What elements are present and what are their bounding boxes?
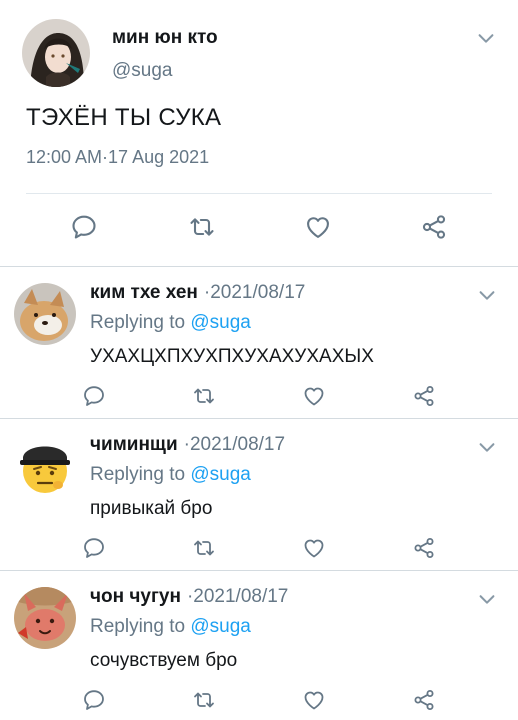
heart-icon bbox=[302, 688, 326, 712]
avatar[interactable] bbox=[14, 435, 76, 497]
heart-icon bbox=[304, 213, 332, 241]
display-name[interactable]: мин юн кто bbox=[112, 27, 218, 49]
replying-to: Replying to @suga bbox=[90, 312, 251, 334]
retweet-icon bbox=[192, 688, 216, 712]
heart-icon bbox=[302, 384, 326, 408]
like-button[interactable] bbox=[304, 213, 332, 241]
avatar[interactable] bbox=[22, 19, 90, 87]
chevron-down-icon[interactable] bbox=[476, 436, 498, 458]
chevron-down-icon[interactable] bbox=[475, 27, 497, 49]
reply-tweet: ким тхе хен ·2021/08/17 Replying to @suga… bbox=[0, 267, 518, 419]
reply-header: чиминщи ·2021/08/17 bbox=[90, 434, 285, 456]
avatar-image bbox=[14, 435, 76, 497]
speech-bubble-icon bbox=[70, 213, 98, 241]
tweet-actions bbox=[0, 683, 518, 717]
speech-bubble-icon bbox=[82, 384, 106, 408]
retweet-icon bbox=[192, 536, 216, 560]
display-name[interactable]: чиминщи bbox=[90, 434, 178, 455]
avatar-image bbox=[14, 283, 76, 345]
share-button[interactable] bbox=[412, 384, 436, 408]
replying-to-label: Replying to bbox=[90, 616, 191, 637]
replying-to-label: Replying to bbox=[90, 312, 191, 333]
like-button[interactable] bbox=[302, 688, 326, 712]
share-icon bbox=[412, 688, 436, 712]
reply-header: ким тхе хен ·2021/08/17 bbox=[90, 282, 305, 304]
avatar[interactable] bbox=[14, 283, 76, 345]
share-icon bbox=[412, 384, 436, 408]
reply-button[interactable] bbox=[82, 536, 106, 560]
separator bbox=[26, 193, 492, 194]
mention-link[interactable]: @suga bbox=[190, 312, 251, 333]
chevron-down-icon[interactable] bbox=[476, 588, 498, 610]
retweet-button[interactable] bbox=[188, 213, 216, 241]
like-button[interactable] bbox=[302, 384, 326, 408]
share-icon bbox=[412, 536, 436, 560]
share-button[interactable] bbox=[412, 536, 436, 560]
reply-text: сочувствуем бро bbox=[90, 650, 238, 671]
mention-link[interactable]: @suga bbox=[190, 616, 251, 637]
share-button[interactable] bbox=[412, 688, 436, 712]
reply-text: УХАХЦХПХУХПХУХАХУХАХЫХ bbox=[90, 346, 374, 367]
replying-to: Replying to @suga bbox=[90, 464, 251, 486]
retweet-icon bbox=[188, 213, 216, 241]
mention-link[interactable]: @suga bbox=[190, 464, 251, 485]
share-button[interactable] bbox=[420, 213, 448, 241]
tweet-timestamp[interactable]: 12:00 AM·17 Aug 2021 bbox=[26, 147, 209, 168]
avatar-image bbox=[14, 587, 76, 649]
heart-icon bbox=[302, 536, 326, 560]
reply-date[interactable]: ·2021/08/17 bbox=[184, 434, 285, 455]
main-tweet: мин юн кто @suga ТЭХЁН ТЫ СУКА 12:00 AM·… bbox=[0, 0, 518, 266]
tweet-actions bbox=[0, 531, 518, 565]
retweet-button[interactable] bbox=[192, 384, 216, 408]
retweet-icon bbox=[192, 384, 216, 408]
like-button[interactable] bbox=[302, 536, 326, 560]
share-icon bbox=[420, 213, 448, 241]
tweet-text: ТЭХЁН ТЫ СУКА bbox=[26, 104, 222, 131]
tweet-actions bbox=[0, 379, 518, 413]
retweet-button[interactable] bbox=[192, 536, 216, 560]
replying-to: Replying to @suga bbox=[90, 616, 251, 638]
speech-bubble-icon bbox=[82, 536, 106, 560]
reply-button[interactable] bbox=[82, 384, 106, 408]
reply-header: чон чугун ·2021/08/17 bbox=[90, 586, 288, 608]
display-name[interactable]: ким тхе хен bbox=[90, 282, 198, 303]
avatar-image bbox=[22, 19, 90, 87]
tweet-actions bbox=[0, 205, 518, 249]
reply-date[interactable]: ·2021/08/17 bbox=[204, 282, 305, 303]
display-name[interactable]: чон чугун bbox=[90, 586, 181, 607]
avatar[interactable] bbox=[14, 587, 76, 649]
replying-to-label: Replying to bbox=[90, 464, 191, 485]
reply-tweet: чон чугун ·2021/08/17 Replying to @suga с… bbox=[0, 571, 518, 720]
reply-tweet: чиминщи ·2021/08/17 Replying to @suga при… bbox=[0, 419, 518, 571]
retweet-button[interactable] bbox=[192, 688, 216, 712]
user-handle[interactable]: @suga bbox=[112, 60, 173, 82]
reply-date[interactable]: ·2021/08/17 bbox=[187, 586, 288, 607]
chevron-down-icon[interactable] bbox=[476, 284, 498, 306]
reply-text: привыкай бро bbox=[90, 498, 213, 519]
reply-button[interactable] bbox=[82, 688, 106, 712]
reply-button[interactable] bbox=[70, 213, 98, 241]
speech-bubble-icon bbox=[82, 688, 106, 712]
